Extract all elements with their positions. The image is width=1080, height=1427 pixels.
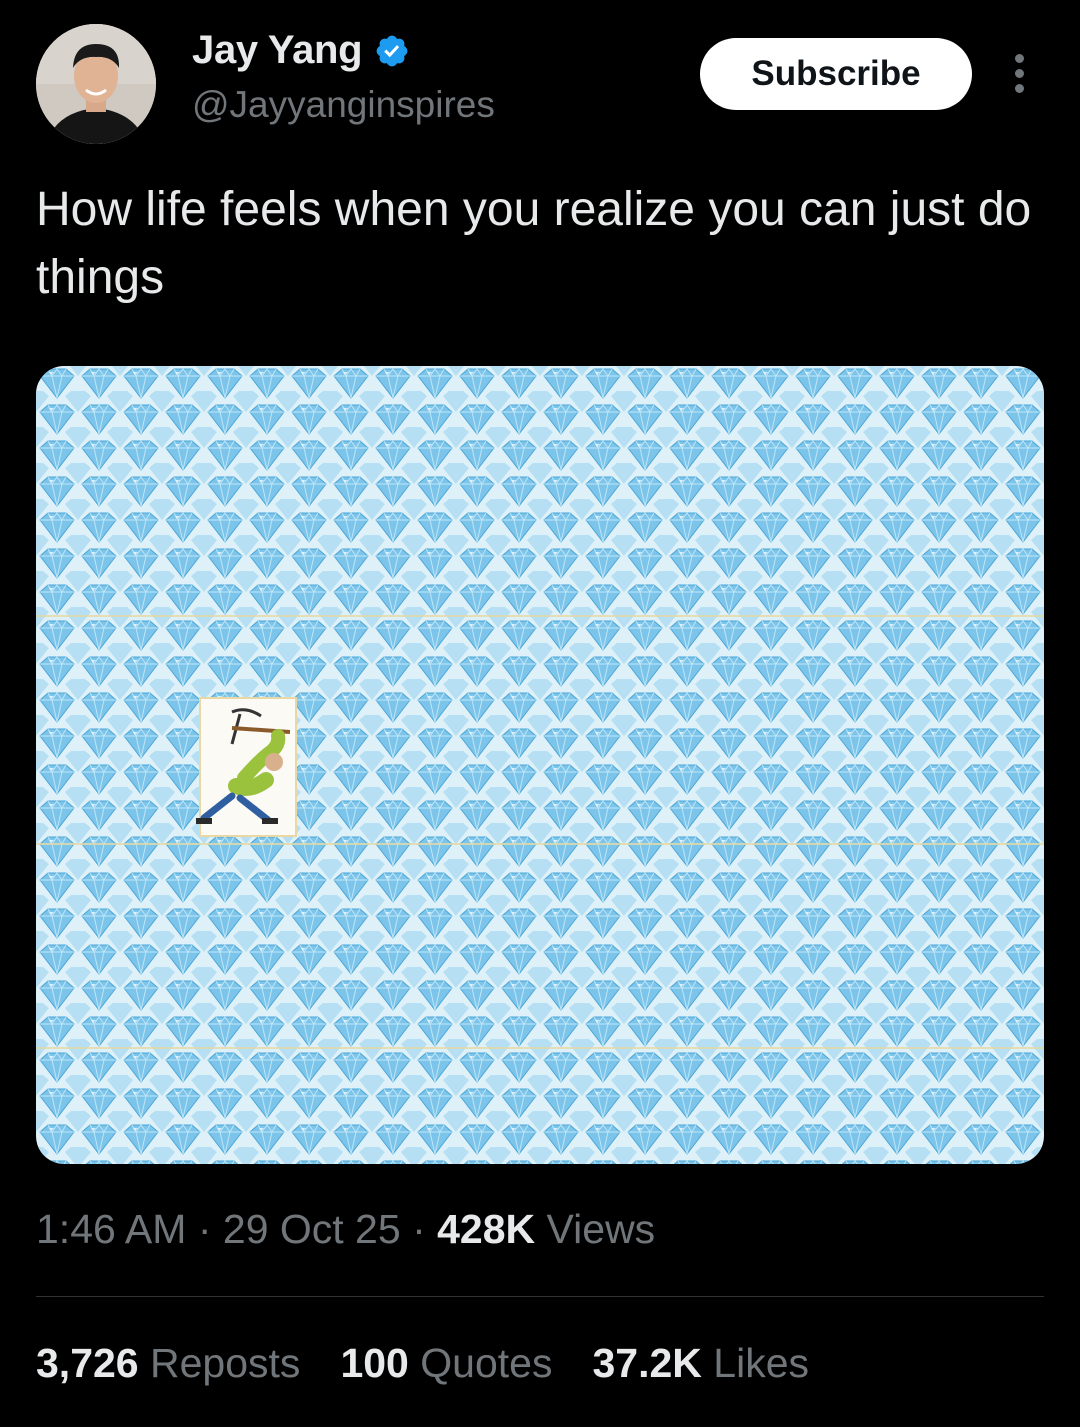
engagement-stats: 3,726 Reposts 100 Quotes 37.2K Likes — [36, 1340, 849, 1387]
quotes-label: Quotes — [420, 1340, 553, 1386]
quotes-count: 100 — [340, 1340, 409, 1386]
quotes-stat[interactable]: 100 Quotes — [340, 1340, 552, 1387]
likes-stat[interactable]: 37.2K Likes — [592, 1340, 809, 1387]
likes-label: Likes — [713, 1340, 810, 1386]
avatar[interactable] — [36, 24, 156, 144]
tweet-meta: 1:46 AM · 29 Oct 25 · 428K Views — [36, 1206, 655, 1253]
tweet-media[interactable] — [36, 366, 1044, 1164]
views-count: 428K — [437, 1206, 536, 1252]
reposts-stat[interactable]: 3,726 Reposts — [36, 1340, 300, 1387]
verified-badge-icon — [376, 35, 408, 66]
tweet-text: How life feels when you realize you can … — [36, 183, 1032, 304]
subscribe-button[interactable]: Subscribe — [700, 38, 972, 110]
likes-count: 37.2K — [592, 1340, 702, 1386]
tweet-date[interactable]: 29 Oct 25 — [223, 1206, 401, 1252]
divider — [36, 1296, 1044, 1297]
avatar-image — [36, 24, 156, 144]
author-name-row: Jay Yang — [192, 28, 410, 73]
tweet-time[interactable]: 1:46 AM — [36, 1206, 186, 1252]
author-name[interactable]: Jay Yang — [192, 28, 363, 73]
more-vertical-icon[interactable] — [1006, 52, 1034, 96]
media-image — [36, 366, 1044, 1164]
miner-illustration — [196, 697, 297, 837]
reposts-label: Reposts — [150, 1340, 301, 1386]
meta-separator: · — [412, 1206, 438, 1252]
views-label: Views — [546, 1206, 656, 1252]
reposts-count: 3,726 — [36, 1340, 139, 1386]
author-handle[interactable]: @Jayyanginspires — [192, 84, 495, 126]
meta-separator: · — [197, 1206, 223, 1252]
